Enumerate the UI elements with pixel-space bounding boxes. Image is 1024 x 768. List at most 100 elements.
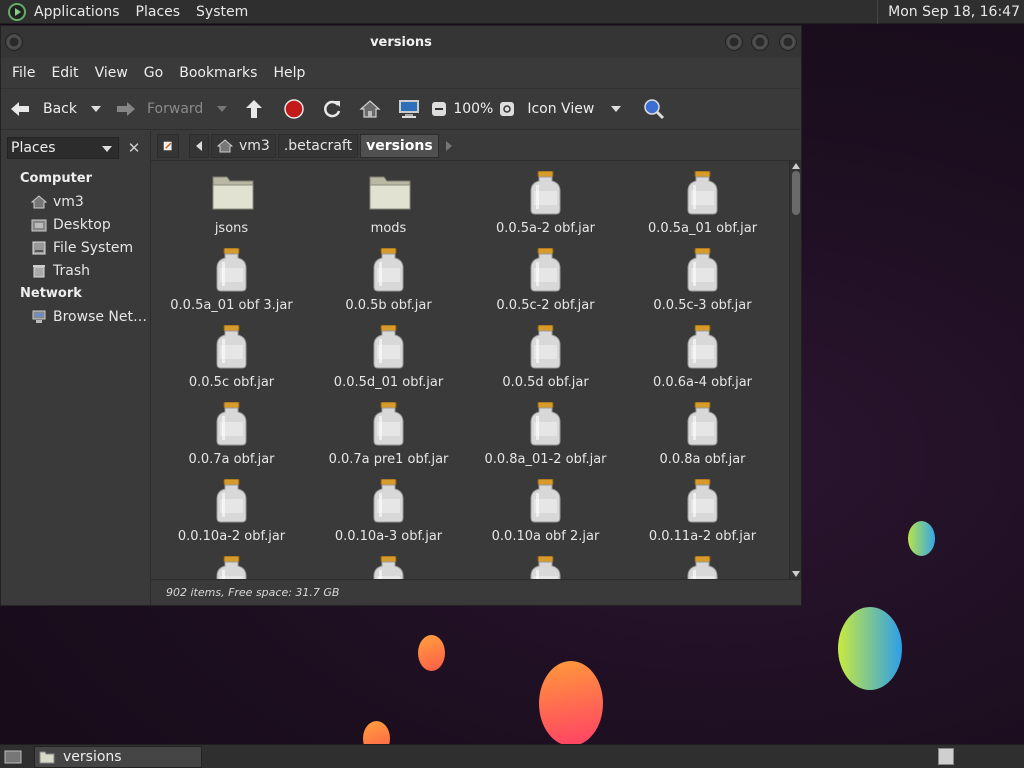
breadcrumb-vm3[interactable]: vm3 — [211, 133, 276, 158]
file-label: 0.0.8a_01-2 obf.jar — [484, 452, 607, 467]
menu-applications[interactable]: Applications — [26, 0, 128, 24]
close-button[interactable] — [779, 33, 797, 51]
file-item[interactable]: 0.0.10a obf 2.jar — [467, 471, 624, 548]
sidebar-close-icon[interactable]: ✕ — [123, 137, 145, 159]
home-icon[interactable] — [359, 99, 381, 119]
window-titlebar[interactable]: versions — [1, 26, 801, 58]
file-label: 0.0.5b obf.jar — [345, 298, 432, 313]
folder-item[interactable]: jsons — [153, 163, 310, 240]
decorative-bubble — [838, 607, 902, 690]
menu-view[interactable]: View — [87, 65, 136, 81]
forward-arrow-icon — [117, 102, 135, 116]
path-scroll-right-button[interactable] — [441, 134, 457, 158]
file-item[interactable] — [310, 548, 467, 579]
back-history-dropdown[interactable] — [91, 106, 101, 112]
file-item[interactable]: 0.0.7a obf.jar — [153, 394, 310, 471]
sidebar-item-browse-network[interactable]: Browse Net… — [1, 305, 150, 328]
menu-places[interactable]: Places — [128, 0, 189, 24]
file-item[interactable] — [624, 548, 781, 579]
window-menu-button[interactable] — [5, 33, 23, 51]
folder-icon — [39, 751, 55, 763]
sidebar-item-trash[interactable]: Trash — [1, 259, 150, 282]
forward-button[interactable]: Forward — [115, 99, 203, 119]
clock[interactable]: Mon Sep 18, 16:47 — [877, 0, 1024, 24]
reload-icon[interactable] — [321, 98, 343, 120]
sidebar-group-computer: Computer — [20, 171, 93, 186]
breadcrumb-betacraft[interactable]: .betacraft — [277, 133, 359, 158]
back-button[interactable]: Back — [9, 99, 77, 119]
file-item[interactable]: 0.0.5c obf.jar — [153, 317, 310, 394]
file-item[interactable]: 0.0.11a-2 obf.jar — [624, 471, 781, 548]
file-item[interactable]: 0.0.5a_01 obf 3.jar — [153, 240, 310, 317]
breadcrumb-label: versions — [366, 137, 433, 154]
file-item[interactable]: 0.0.10a-3 obf.jar — [310, 471, 467, 548]
menu-bookmarks[interactable]: Bookmarks — [171, 65, 265, 81]
main-pane: vm3 .betacraft versions jsons mods 0.0.5a-… — [151, 131, 801, 605]
path-bar: vm3 .betacraft versions — [151, 131, 801, 161]
file-label: 0.0.5c-2 obf.jar — [496, 298, 595, 313]
show-desktop-icon[interactable] — [4, 749, 22, 765]
forward-label: Forward — [147, 101, 204, 117]
minimize-button[interactable] — [725, 33, 743, 51]
zoom-in-icon[interactable] — [499, 101, 515, 117]
maximize-button[interactable] — [751, 33, 769, 51]
scroll-up-icon[interactable] — [792, 163, 800, 169]
file-item[interactable]: 0.0.6a-4 obf.jar — [624, 317, 781, 394]
sidebar-item-desktop[interactable]: Desktop — [1, 213, 150, 236]
file-item[interactable]: 0.0.8a obf.jar — [624, 394, 781, 471]
trash-icon — [33, 264, 45, 277]
breadcrumb-versions[interactable]: versions — [360, 133, 439, 158]
file-label: 0.0.10a obf 2.jar — [491, 529, 600, 544]
menu-system[interactable]: System — [188, 0, 256, 24]
file-item[interactable]: 0.0.8a_01-2 obf.jar — [467, 394, 624, 471]
file-item[interactable]: 0.0.10a-2 obf.jar — [153, 471, 310, 548]
jar-icon — [687, 248, 718, 292]
file-item[interactable]: 0.0.5c-3 obf.jar — [624, 240, 781, 317]
computer-icon[interactable] — [397, 99, 421, 119]
file-label: 0.0.5d obf.jar — [502, 375, 589, 390]
menu-edit[interactable]: Edit — [43, 65, 86, 81]
chevron-down-icon — [102, 146, 112, 152]
edit-location-button[interactable] — [157, 133, 179, 158]
zoom-out-icon[interactable] — [431, 101, 447, 117]
file-item[interactable] — [153, 548, 310, 579]
view-mode-select[interactable]: Icon View — [527, 101, 622, 117]
taskbar-item-versions[interactable]: versions — [34, 745, 202, 768]
file-item[interactable]: 0.0.5a-2 obf.jar — [467, 163, 624, 240]
stop-icon[interactable] — [283, 98, 305, 120]
path-scroll-left-button[interactable] — [189, 133, 209, 158]
vertical-scrollbar[interactable] — [789, 161, 801, 579]
file-item[interactable]: 0.0.5a_01 obf.jar — [624, 163, 781, 240]
file-item[interactable]: 0.0.5c-2 obf.jar — [467, 240, 624, 317]
search-icon[interactable] — [643, 98, 665, 120]
menu-help[interactable]: Help — [265, 65, 313, 81]
file-item[interactable]: 0.0.5d_01 obf.jar — [310, 317, 467, 394]
file-item[interactable]: 0.0.7a pre1 obf.jar — [310, 394, 467, 471]
workspace-switcher[interactable] — [938, 748, 954, 765]
top-panel: Applications Places System Mon Sep 18, 1… — [0, 0, 1024, 24]
sidebar-pane-select[interactable]: Places — [7, 137, 119, 159]
up-arrow-icon[interactable] — [243, 98, 265, 120]
menu-go[interactable]: Go — [136, 65, 171, 81]
sidebar-item-file-system[interactable]: File System — [1, 236, 150, 259]
jar-icon — [216, 479, 247, 523]
scroll-down-icon[interactable] — [792, 571, 800, 577]
file-item[interactable] — [467, 548, 624, 579]
file-label: 0.0.5d_01 obf.jar — [333, 375, 444, 390]
scrollbar-thumb[interactable] — [792, 171, 800, 215]
menu-file[interactable]: File — [4, 65, 43, 81]
jar-icon — [373, 402, 404, 446]
sidebar-item-vm3[interactable]: vm3 — [1, 190, 150, 213]
back-label: Back — [43, 101, 77, 117]
zoom-level[interactable]: 100% — [453, 101, 493, 117]
distro-logo-icon[interactable] — [8, 2, 26, 21]
file-item[interactable]: 0.0.5b obf.jar — [310, 240, 467, 317]
folder-item[interactable]: mods — [310, 163, 467, 240]
file-label: 0.0.10a-3 obf.jar — [334, 529, 443, 544]
decorative-bubble — [908, 521, 935, 556]
jar-icon — [530, 325, 561, 369]
sidebar-item-label: File System — [53, 239, 134, 256]
file-item[interactable]: 0.0.5d obf.jar — [467, 317, 624, 394]
icon-view[interactable]: jsons mods 0.0.5a-2 obf.jar 0.0.5a_01 obf.j… — [151, 161, 801, 579]
forward-history-dropdown[interactable] — [217, 106, 228, 112]
